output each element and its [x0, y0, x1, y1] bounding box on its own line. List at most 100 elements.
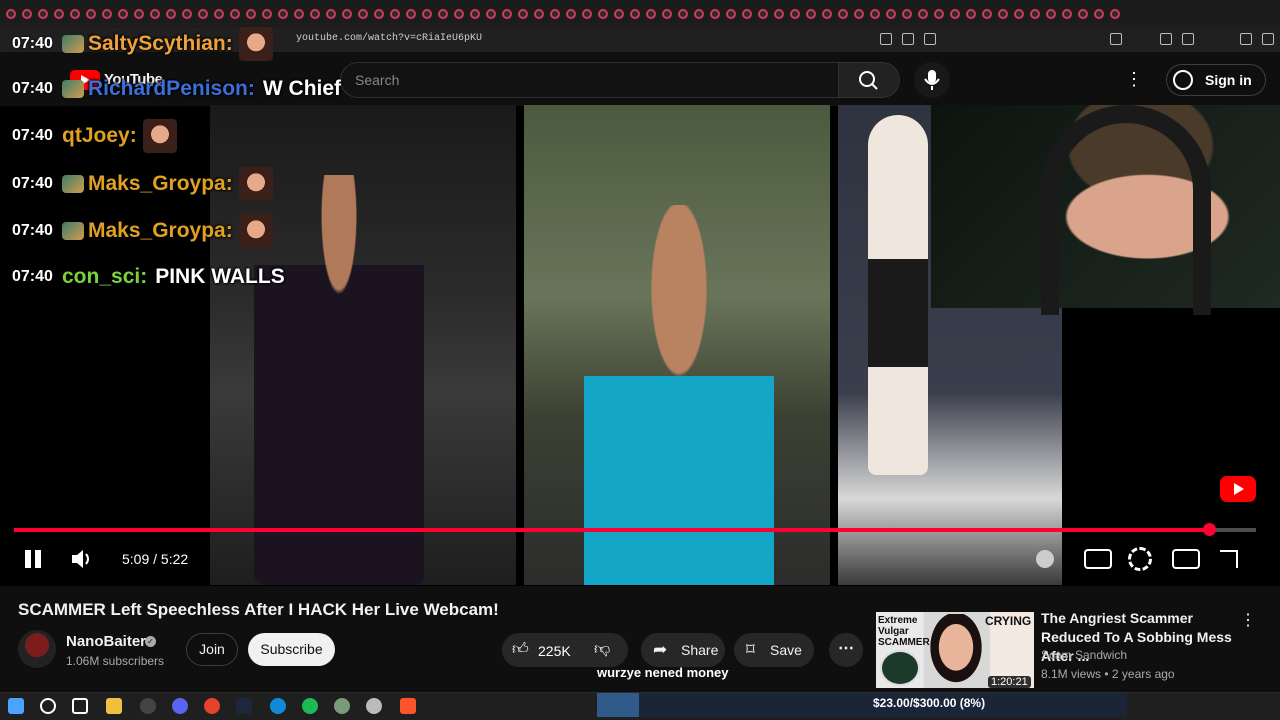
browser-tab[interactable]	[422, 9, 432, 19]
address-url[interactable]: youtube.com/watch?v=cRiaIeU6pKU	[296, 33, 482, 44]
spotify-icon[interactable]	[302, 698, 318, 714]
like-icon[interactable]: 👍︎	[512, 640, 532, 660]
settings-gear-icon[interactable]	[1128, 547, 1152, 571]
browser-tab[interactable]	[22, 9, 32, 19]
recommended-video-menu-icon[interactable]: ⋮	[1240, 610, 1256, 630]
browser-tab[interactable]	[550, 9, 560, 19]
browser-tab[interactable]	[758, 9, 768, 19]
extensions-icon[interactable]	[1110, 33, 1122, 45]
browser-tab[interactable]	[870, 9, 880, 19]
subscribe-button[interactable]: Subscribe	[248, 633, 335, 666]
browser-tab[interactable]	[1046, 9, 1056, 19]
browser-tab[interactable]	[1030, 9, 1040, 19]
browser-tab[interactable]	[886, 9, 896, 19]
browser-tab[interactable]	[470, 9, 480, 19]
search-button[interactable]	[838, 62, 900, 98]
browser-tab[interactable]	[102, 9, 112, 19]
browser-tab[interactable]	[150, 9, 160, 19]
fullscreen-icon[interactable]	[1220, 550, 1238, 568]
browser-tab[interactable]	[902, 9, 912, 19]
browser-tab[interactable]	[198, 9, 208, 19]
browser-tab[interactable]	[182, 9, 192, 19]
steam-icon[interactable]	[236, 698, 252, 714]
browser-tab[interactable]	[566, 9, 576, 19]
channel-name[interactable]: NanoBaiter	[66, 633, 146, 650]
browser-tab[interactable]	[806, 9, 816, 19]
media-icon[interactable]	[1160, 33, 1172, 45]
browser-tab[interactable]	[662, 9, 672, 19]
search-taskbar-icon[interactable]	[40, 698, 56, 714]
browser-tab[interactable]	[822, 9, 832, 19]
zoom-icon[interactable]	[902, 33, 914, 45]
browser-tab[interactable]	[1094, 9, 1104, 19]
browser-tab[interactable]	[1078, 9, 1088, 19]
browser-tab[interactable]	[38, 9, 48, 19]
settings-menu-icon[interactable]: ⋮	[1122, 68, 1146, 92]
channel-avatar[interactable]	[18, 630, 56, 668]
browser-tab[interactable]	[678, 9, 688, 19]
browser-tab[interactable]	[630, 9, 640, 19]
browser-tab[interactable]	[326, 9, 336, 19]
browser-tab[interactable]	[342, 9, 352, 19]
browser-tab[interactable]	[438, 9, 448, 19]
browser-tab[interactable]	[374, 9, 384, 19]
volume-button[interactable]	[68, 546, 96, 572]
file-explorer-icon[interactable]	[106, 698, 122, 714]
progress-bar[interactable]	[14, 523, 1256, 536]
app-icon-2[interactable]	[366, 698, 382, 714]
obs-icon[interactable]	[140, 698, 156, 714]
shield-icon[interactable]	[1240, 33, 1252, 45]
browser-tab[interactable]	[1014, 9, 1024, 19]
browser-tab[interactable]	[694, 9, 704, 19]
progress-scrubber[interactable]	[1202, 523, 1216, 536]
theater-mode-button[interactable]	[1172, 549, 1200, 569]
browser-tab[interactable]	[54, 9, 64, 19]
browser-tab[interactable]	[710, 9, 720, 19]
menu-icon[interactable]	[1262, 33, 1274, 45]
browser-tab[interactable]	[310, 9, 320, 19]
browser-tab[interactable]	[918, 9, 928, 19]
browser-tab[interactable]	[502, 9, 512, 19]
browser-tab[interactable]	[6, 9, 16, 19]
browser-tab[interactable]	[518, 9, 528, 19]
browser-tab[interactable]	[582, 9, 592, 19]
start-menu-icon[interactable]	[8, 698, 24, 714]
browser-tab[interactable]	[614, 9, 624, 19]
search-input[interactable]: Search	[340, 62, 838, 98]
voice-search-button[interactable]	[914, 62, 950, 98]
browser-tab[interactable]	[246, 9, 256, 19]
browser-tab[interactable]	[390, 9, 400, 19]
browser-tab[interactable]	[278, 9, 288, 19]
captions-button[interactable]	[1084, 549, 1112, 569]
share-page-icon[interactable]	[924, 33, 936, 45]
browser-tab[interactable]	[1062, 9, 1072, 19]
browser-tab[interactable]	[294, 9, 304, 19]
browser-tab[interactable]	[406, 9, 416, 19]
browser-tab[interactable]	[86, 9, 96, 19]
task-view-icon[interactable]	[72, 698, 88, 714]
brave-icon[interactable]	[400, 698, 416, 714]
browser-tab[interactable]	[790, 9, 800, 19]
browser-tab[interactable]	[118, 9, 128, 19]
browser-tab[interactable]	[1110, 9, 1120, 19]
browser-tab[interactable]	[934, 9, 944, 19]
browser-tab[interactable]	[966, 9, 976, 19]
browser-tab[interactable]	[950, 9, 960, 19]
like-count[interactable]: 225K	[538, 643, 571, 659]
more-actions-button[interactable]: ⋯	[829, 633, 863, 667]
browser-tab[interactable]	[742, 9, 752, 19]
browser-tab[interactable]	[70, 9, 80, 19]
browser-tab[interactable]	[854, 9, 864, 19]
autoplay-toggle[interactable]	[1036, 550, 1054, 568]
browser-tab[interactable]	[534, 9, 544, 19]
browser-tab[interactable]	[262, 9, 272, 19]
browser-tab[interactable]	[214, 9, 224, 19]
browser-tab[interactable]	[134, 9, 144, 19]
browser-tab[interactable]	[982, 9, 992, 19]
dislike-icon[interactable]: 👎︎	[594, 640, 618, 660]
browser-tab[interactable]	[726, 9, 736, 19]
browser-tab[interactable]	[838, 9, 848, 19]
sign-in-button[interactable]: Sign in	[1166, 64, 1266, 96]
app-icon[interactable]	[334, 698, 350, 714]
browser-tab[interactable]	[646, 9, 656, 19]
